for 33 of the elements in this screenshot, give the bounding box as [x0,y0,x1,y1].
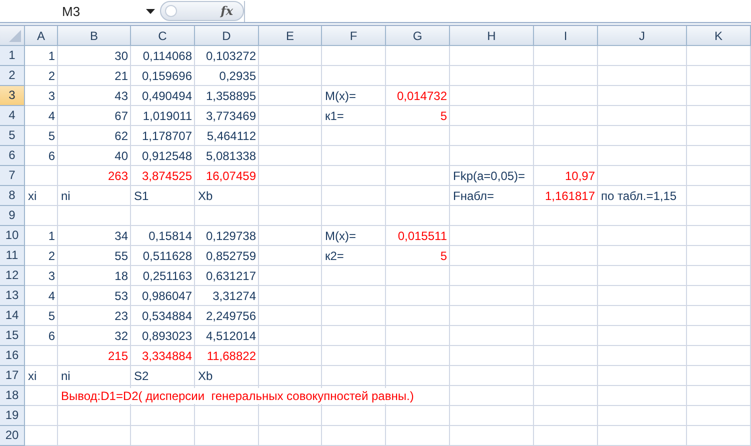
column-header[interactable]: G [386,26,450,46]
row-header[interactable]: 2 [0,66,25,86]
row-header[interactable]: 8 [0,186,25,206]
row-header[interactable]: 18 [0,386,25,406]
column-header[interactable]: C [131,26,195,46]
column-header[interactable]: E [259,26,322,46]
row-header[interactable]: 17 [0,366,25,386]
row-header[interactable]: 5 [0,126,25,146]
column-header[interactable]: B [58,26,131,46]
name-box[interactable]: M3 [0,0,158,22]
column-header[interactable]: H [450,26,534,46]
row-header[interactable]: 19 [0,406,25,426]
column-header[interactable]: I [534,26,598,46]
column-header[interactable]: A [25,26,58,46]
row-header[interactable]: 12 [0,266,25,286]
column-header[interactable]: F [322,26,386,46]
row-header[interactable]: 14 [0,306,25,326]
column-header[interactable]: J [598,26,687,46]
row-header[interactable]: 6 [0,146,25,166]
row-header[interactable]: 20 [0,426,25,446]
row-header[interactable]: 11 [0,246,25,266]
row-header[interactable]: 15 [0,326,25,346]
row-header[interactable]: 9 [0,206,25,226]
row-header[interactable]: 1 [0,46,25,66]
row-header[interactable]: 16 [0,346,25,366]
row-header[interactable]: 7 [0,166,25,186]
column-header[interactable]: D [195,26,259,46]
row-header[interactable]: 13 [0,286,25,306]
row-header[interactable]: 3 [0,86,25,106]
row-header[interactable]: 10 [0,226,25,246]
insert-function-button[interactable]: fx [160,1,244,21]
row-header[interactable]: 4 [0,106,25,126]
column-header[interactable]: K [687,26,751,46]
